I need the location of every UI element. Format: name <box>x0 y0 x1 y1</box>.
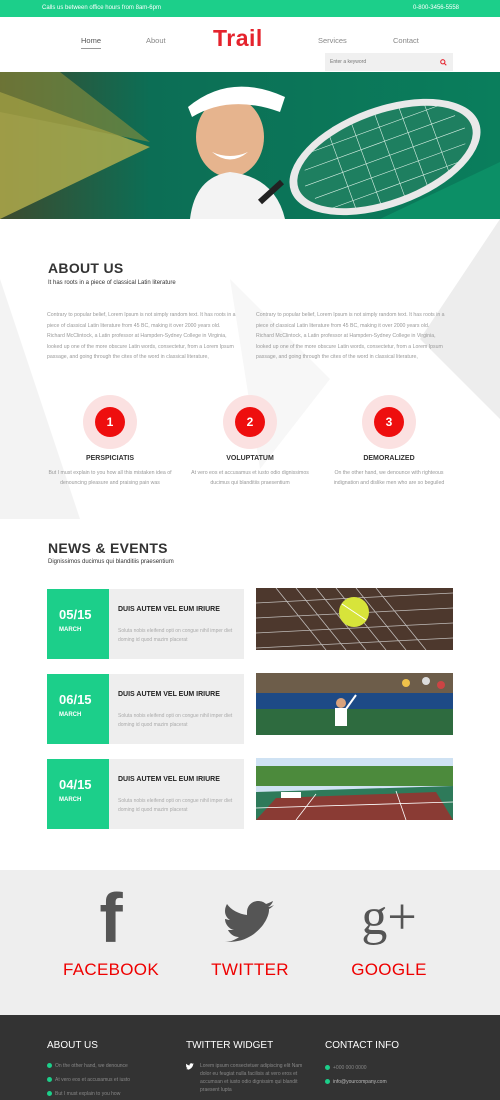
google-plus-icon: g+ <box>361 889 417 946</box>
footer-about-item[interactable]: On the other hand, we denounce <box>47 1063 128 1069</box>
feature-circle: 1 <box>83 395 137 449</box>
event-date-block: 06/15 MARCH <box>47 674 109 744</box>
about-subtitle: It has roots in a piece of classical Lat… <box>48 280 176 286</box>
feature-title: VOLUPTATUM <box>226 455 274 462</box>
event-day: 06/15 <box>59 692 92 707</box>
event-date-block: 04/15 MARCH <box>47 759 109 829</box>
footer: ABOUT US On the other hand, we denounce … <box>0 1015 500 1100</box>
top-bar: Calls us between office hours from 8am-6… <box>0 0 500 17</box>
feature-description: But I must explain to you how all this m… <box>48 470 172 486</box>
news-title: NEWS & EVENTS <box>48 540 168 556</box>
google-label[interactable]: GOOGLE <box>329 960 449 980</box>
event-day: 05/15 <box>59 607 92 622</box>
feature-description: On the other hand, we denounce with righ… <box>333 470 445 486</box>
event-card[interactable]: 04/15 MARCH DUIS AUTEM VEL EUM IRIURE So… <box>47 759 244 829</box>
office-hours-text: Calls us between office hours from 8am-6… <box>42 5 161 11</box>
event-photo-courts[interactable] <box>256 758 453 820</box>
bullet-icon <box>47 1077 52 1083</box>
main-navigation: Home About Trail Services Contact <box>0 17 500 72</box>
twitter-bird-icon <box>186 1063 194 1070</box>
search-box <box>325 53 453 71</box>
event-title[interactable]: DUIS AUTEM VEL EUM IRIURE <box>118 606 228 614</box>
event-description: Soluta nobis eleifend opti on congue nih… <box>118 713 233 728</box>
nav-contact[interactable]: Contact <box>393 36 419 45</box>
event-month: MARCH <box>59 627 82 633</box>
about-paragraph-left: Contrary to popular belief, Lorem Ipsum … <box>47 312 236 360</box>
mail-icon <box>325 1079 330 1085</box>
feature-number: 2 <box>235 407 265 437</box>
social-section: f FACEBOOK TWITTER g+ GOOGLE <box>0 870 500 1015</box>
bullet-icon <box>47 1063 52 1069</box>
footer-about-item[interactable]: But I must explain to you how <box>47 1091 120 1097</box>
event-month: MARCH <box>59 797 82 803</box>
event-date-block: 05/15 MARCH <box>47 589 109 659</box>
footer-twitter-title: TWITTER WIDGET <box>186 1040 274 1051</box>
news-subtitle: Dignissimos ducimus qui blanditiis praes… <box>48 559 174 565</box>
event-day: 04/15 <box>59 777 92 792</box>
phone-icon <box>325 1065 330 1071</box>
feature-description: At vero eos et accusamus et iusto odio d… <box>191 470 309 486</box>
nav-about[interactable]: About <box>146 36 166 45</box>
contact-phone: +000 000 0000 <box>325 1065 367 1071</box>
twitter-label[interactable]: TWITTER <box>190 960 310 980</box>
event-month: MARCH <box>59 712 82 718</box>
hero-banner <box>0 72 500 219</box>
phone-number: 0-800-3456-5558 <box>412 5 459 11</box>
feature-number: 1 <box>95 407 125 437</box>
bullet-icon <box>47 1091 52 1097</box>
footer-contact-title: CONTACT INFO <box>325 1040 400 1051</box>
event-description: Soluta nobis eleifend opti on congue nih… <box>118 798 233 813</box>
about-paragraph-right: Contrary to popular belief, Lorem Ipsum … <box>256 312 445 360</box>
event-card[interactable]: 05/15 MARCH DUIS AUTEM VEL EUM IRIURE So… <box>47 589 244 659</box>
site-logo[interactable]: Trail <box>213 25 263 52</box>
event-photo-ball[interactable] <box>256 588 453 650</box>
event-title[interactable]: DUIS AUTEM VEL EUM IRIURE <box>118 691 228 699</box>
facebook-label[interactable]: FACEBOOK <box>51 960 171 980</box>
feature-title: PERSPICIATIS <box>85 455 135 462</box>
event-title[interactable]: DUIS AUTEM VEL EUM IRIURE <box>118 776 228 784</box>
contact-email[interactable]: info@yourcompany.com <box>325 1079 387 1085</box>
facebook-icon: f <box>99 879 123 957</box>
feature-item: 1 PERSPICIATIS But I must explain to you… <box>45 395 175 488</box>
hero-tennis-image <box>0 72 500 219</box>
feature-title: DEMORALIZED <box>363 455 415 462</box>
footer-about-item[interactable]: At vero eos et accusamus et iusto <box>47 1077 130 1083</box>
event-photo-player[interactable] <box>256 673 453 735</box>
feature-item: 2 VOLUPTATUM At vero eos et accusamus et… <box>185 395 315 488</box>
feature-number: 3 <box>374 407 404 437</box>
footer-about-title: ABOUT US <box>47 1040 98 1051</box>
twitter-icon <box>225 901 274 942</box>
twitter-widget-text: Lorem ipsum consectetuer adipiscing elit… <box>200 1063 303 1093</box>
about-title: ABOUT US <box>48 260 124 276</box>
event-description: Soluta nobis eleifend opti on congue nih… <box>118 628 233 643</box>
search-icon <box>439 58 447 66</box>
feature-circle: 2 <box>223 395 277 449</box>
nav-services[interactable]: Services <box>318 36 347 45</box>
event-card[interactable]: 06/15 MARCH DUIS AUTEM VEL EUM IRIURE So… <box>47 674 244 744</box>
nav-home[interactable]: Home <box>81 36 102 49</box>
feature-item: 3 DEMORALIZED On the other hand, we deno… <box>324 395 454 488</box>
feature-circle: 3 <box>362 395 416 449</box>
search-button[interactable] <box>433 53 453 71</box>
search-input[interactable] <box>325 53 433 71</box>
